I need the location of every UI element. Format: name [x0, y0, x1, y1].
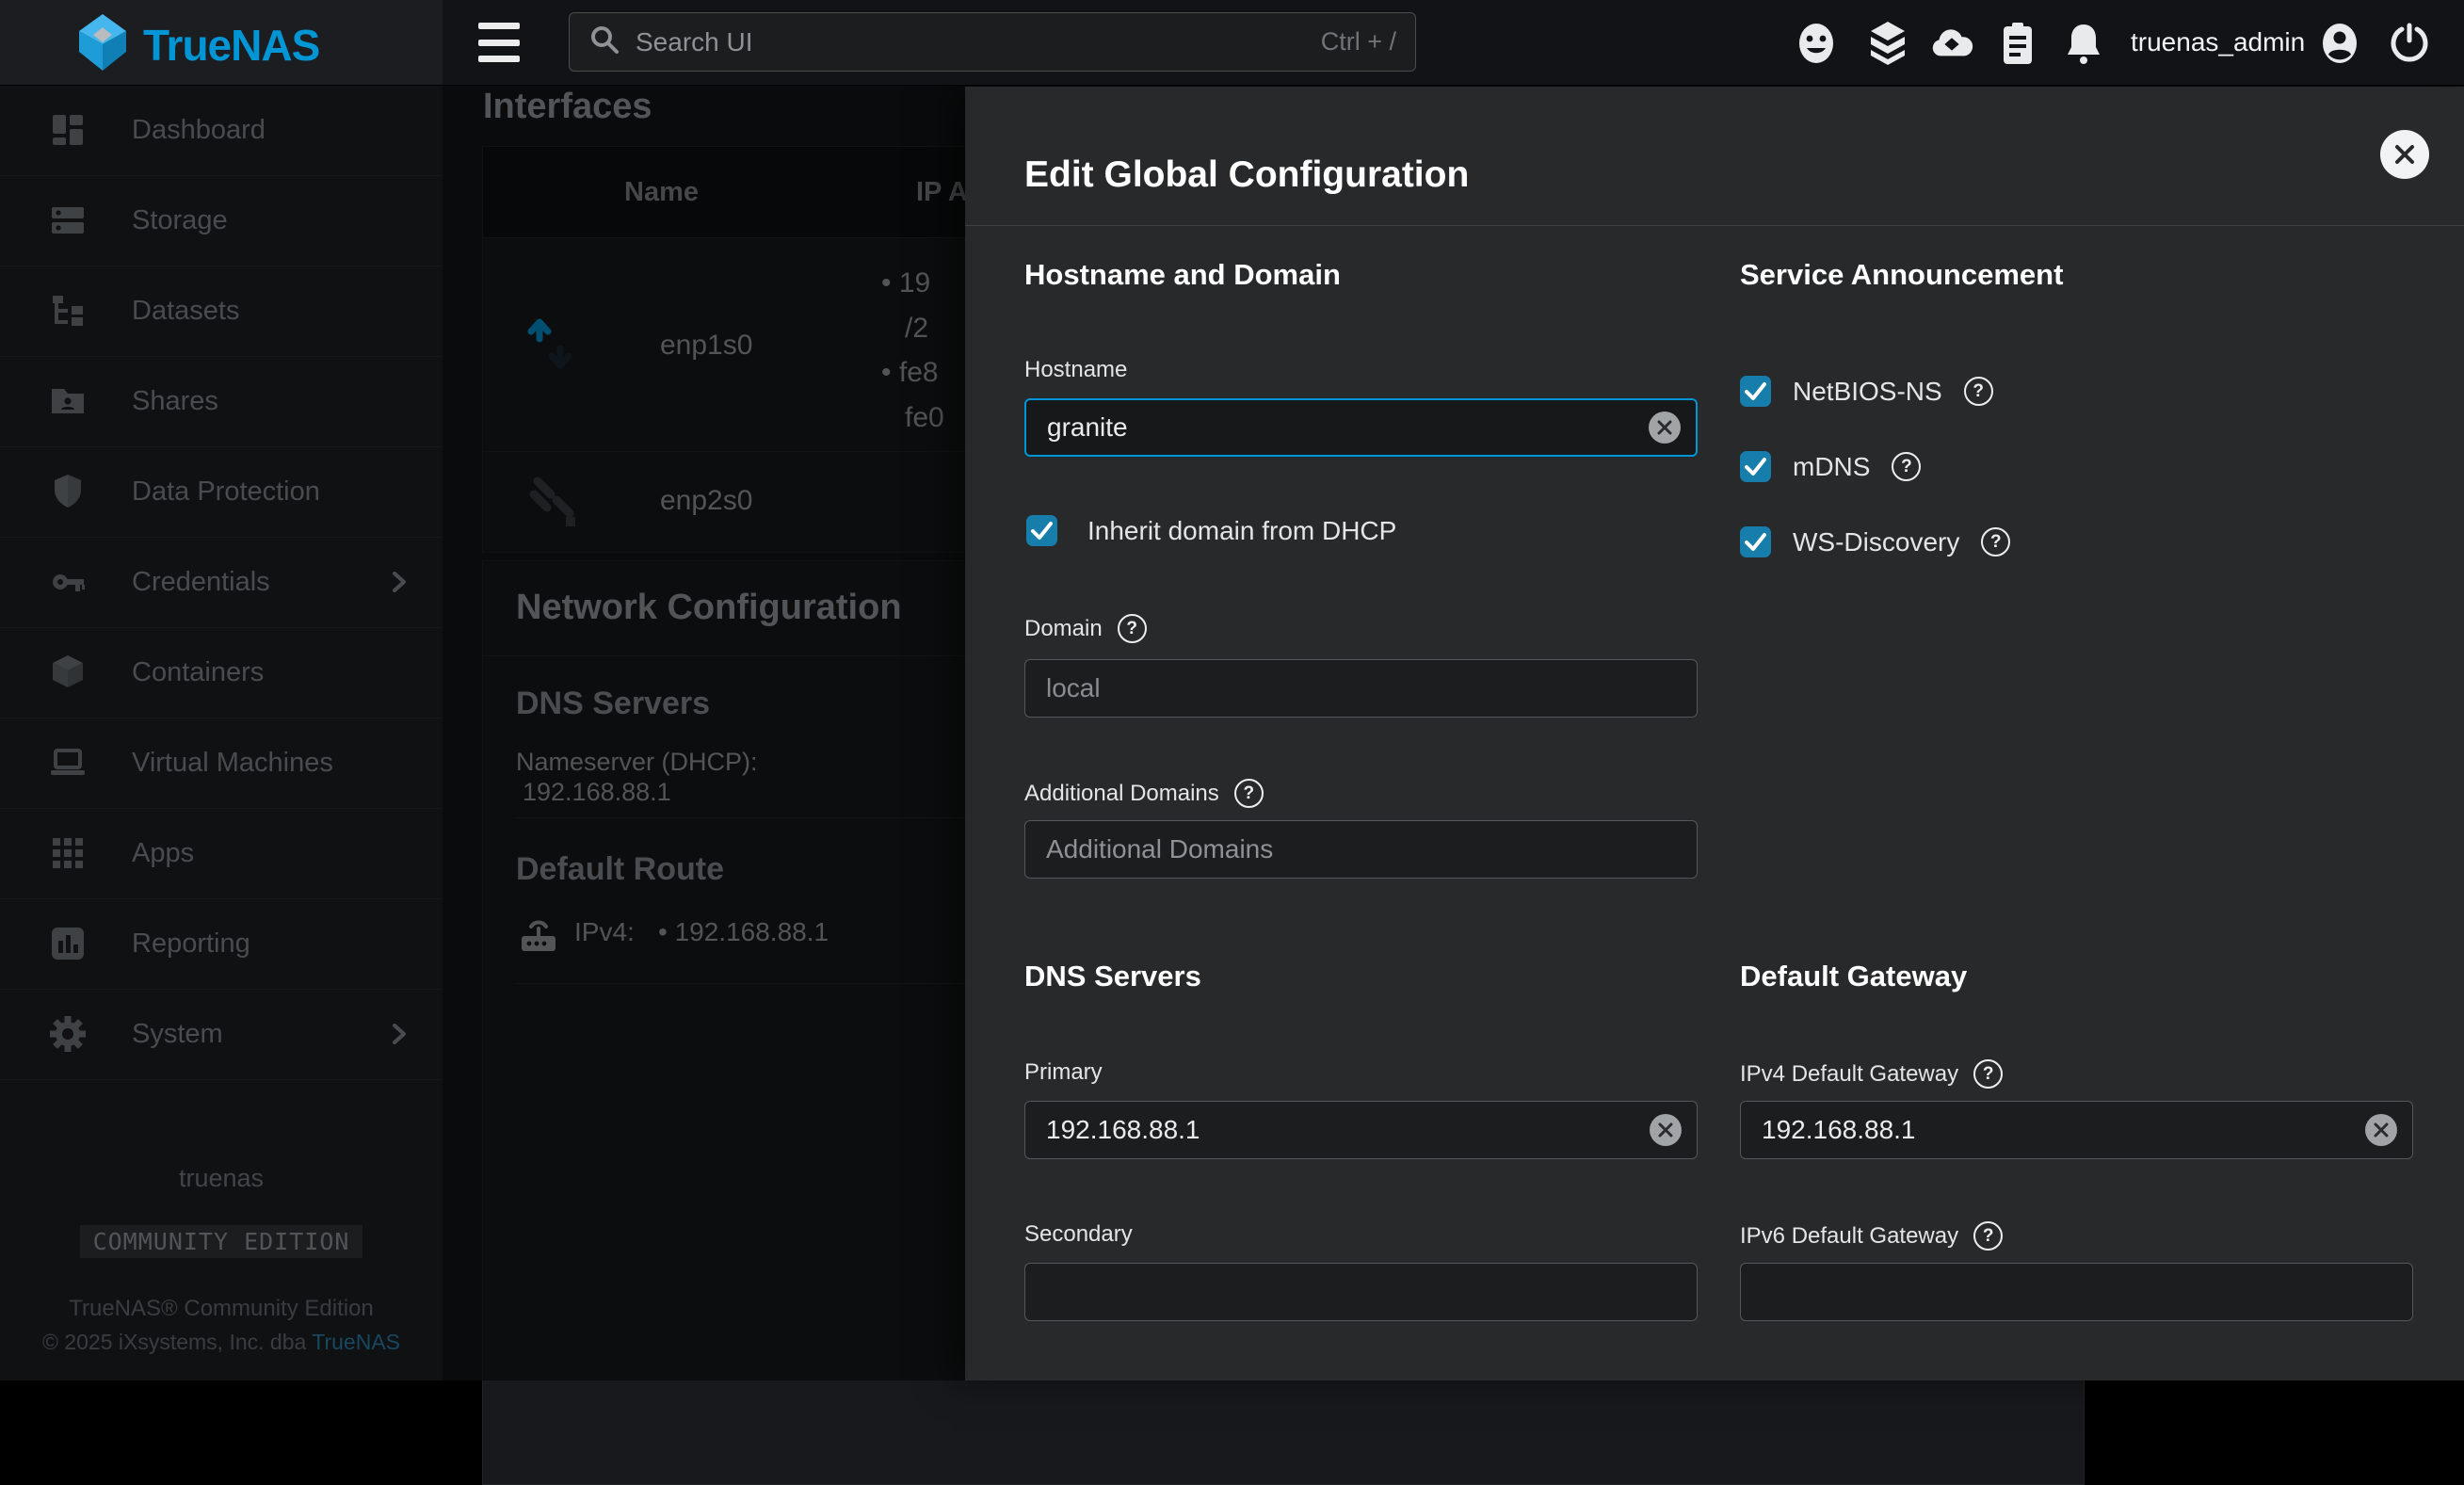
section-hostname-domain: Hostname and Domain	[1024, 258, 1341, 292]
section-service-announcement: Service Announcement	[1740, 258, 2063, 292]
primary-dns-label: Primary	[1024, 1059, 1103, 1086]
inherit-domain-checkbox[interactable]	[1026, 515, 1057, 546]
ipv6-gateway-field	[1740, 1263, 2413, 1321]
edit-global-config-panel: Edit Global Configuration Hostname and D…	[965, 87, 2464, 1380]
power-icon[interactable]	[2388, 22, 2431, 65]
help-icon[interactable]: ?	[1973, 1221, 2003, 1251]
help-icon[interactable]: ?	[1118, 614, 1147, 643]
domain-label: Domain ?	[1024, 614, 1147, 643]
logo-text: TrueNAS	[143, 20, 319, 71]
mdns-label: mDNS	[1793, 452, 1870, 482]
netbios-label: NetBIOS-NS	[1793, 377, 1942, 407]
secondary-dns-label: Secondary	[1024, 1221, 1133, 1248]
truecommand-cloud-icon[interactable]	[1930, 22, 1973, 65]
global-search: Ctrl + /	[569, 12, 1416, 72]
secondary-dns-field	[1024, 1263, 1698, 1321]
divider	[965, 225, 2464, 226]
mdns-row: mDNS ?	[1740, 451, 1921, 482]
truenas-logo[interactable]: TrueNAS	[73, 12, 319, 77]
topbar: TrueNAS Ctrl + /	[0, 0, 2464, 86]
ws-discovery-row: WS-Discovery ?	[1740, 526, 2010, 557]
ws-discovery-label: WS-Discovery	[1793, 527, 1959, 557]
search-input[interactable]	[634, 26, 1308, 58]
domain-field	[1024, 659, 1698, 718]
clear-icon[interactable]	[1649, 412, 1681, 444]
ipv6-gateway-input[interactable]	[1741, 1264, 2412, 1320]
help-icon[interactable]: ?	[1234, 779, 1264, 808]
additional-domains-label: Additional Domains ?	[1024, 779, 1264, 808]
help-icon[interactable]: ?	[1981, 527, 2010, 557]
truenas-logo-icon	[73, 12, 132, 77]
netbios-checkbox[interactable]	[1740, 376, 1771, 407]
primary-dns-field	[1024, 1101, 1698, 1159]
truenas-stack-icon[interactable]	[1866, 22, 1909, 65]
search-icon	[588, 24, 620, 60]
help-icon[interactable]: ?	[1973, 1059, 2003, 1089]
close-icon[interactable]	[2380, 130, 2429, 179]
primary-dns-input[interactable]	[1025, 1102, 1650, 1158]
section-dns-servers: DNS Servers	[1024, 960, 1201, 993]
panel-title: Edit Global Configuration	[1024, 154, 1469, 196]
hostname-input[interactable]	[1026, 400, 1649, 455]
username-text: truenas_admin	[2131, 0, 2305, 85]
ipv6-gateway-label: IPv6 Default Gateway ?	[1740, 1221, 2003, 1251]
help-icon[interactable]: ?	[1892, 452, 1921, 481]
user-avatar-icon[interactable]	[2318, 22, 2361, 65]
domain-input[interactable]	[1025, 660, 1697, 717]
hostname-label: Hostname	[1024, 357, 1127, 383]
additional-domains-input[interactable]	[1025, 821, 1697, 878]
additional-domains-field	[1024, 820, 1698, 879]
ws-discovery-checkbox[interactable]	[1740, 526, 1771, 557]
section-default-gateway: Default Gateway	[1740, 960, 1967, 993]
clear-icon[interactable]	[1650, 1114, 1682, 1146]
netbios-row: NetBIOS-NS ?	[1740, 376, 1993, 407]
jobs-clipboard-icon[interactable]	[1996, 22, 2039, 65]
hostname-field	[1024, 398, 1698, 457]
app-root: Interfaces Name IP Ad enp1s0 • 19 /2 • f…	[0, 0, 2464, 1380]
ipv4-gateway-input[interactable]	[1741, 1102, 2365, 1158]
menu-hamburger-icon[interactable]	[478, 23, 522, 62]
search-shortcut: Ctrl + /	[1321, 27, 1396, 56]
clear-icon[interactable]	[2365, 1114, 2397, 1146]
inherit-domain-row: Inherit domain from DHCP	[1026, 515, 1396, 546]
ipv4-gateway-label: IPv4 Default Gateway ?	[1740, 1059, 2003, 1089]
topbar-logo-area: TrueNAS	[0, 0, 443, 85]
alerts-bell-icon[interactable]	[2062, 22, 2105, 65]
feedback-smiley-icon[interactable]	[1795, 22, 1838, 65]
mdns-checkbox[interactable]	[1740, 451, 1771, 482]
secondary-dns-input[interactable]	[1025, 1264, 1697, 1320]
ipv4-gateway-field	[1740, 1101, 2413, 1159]
inherit-domain-label: Inherit domain from DHCP	[1087, 516, 1396, 546]
help-icon[interactable]: ?	[1964, 377, 1993, 406]
